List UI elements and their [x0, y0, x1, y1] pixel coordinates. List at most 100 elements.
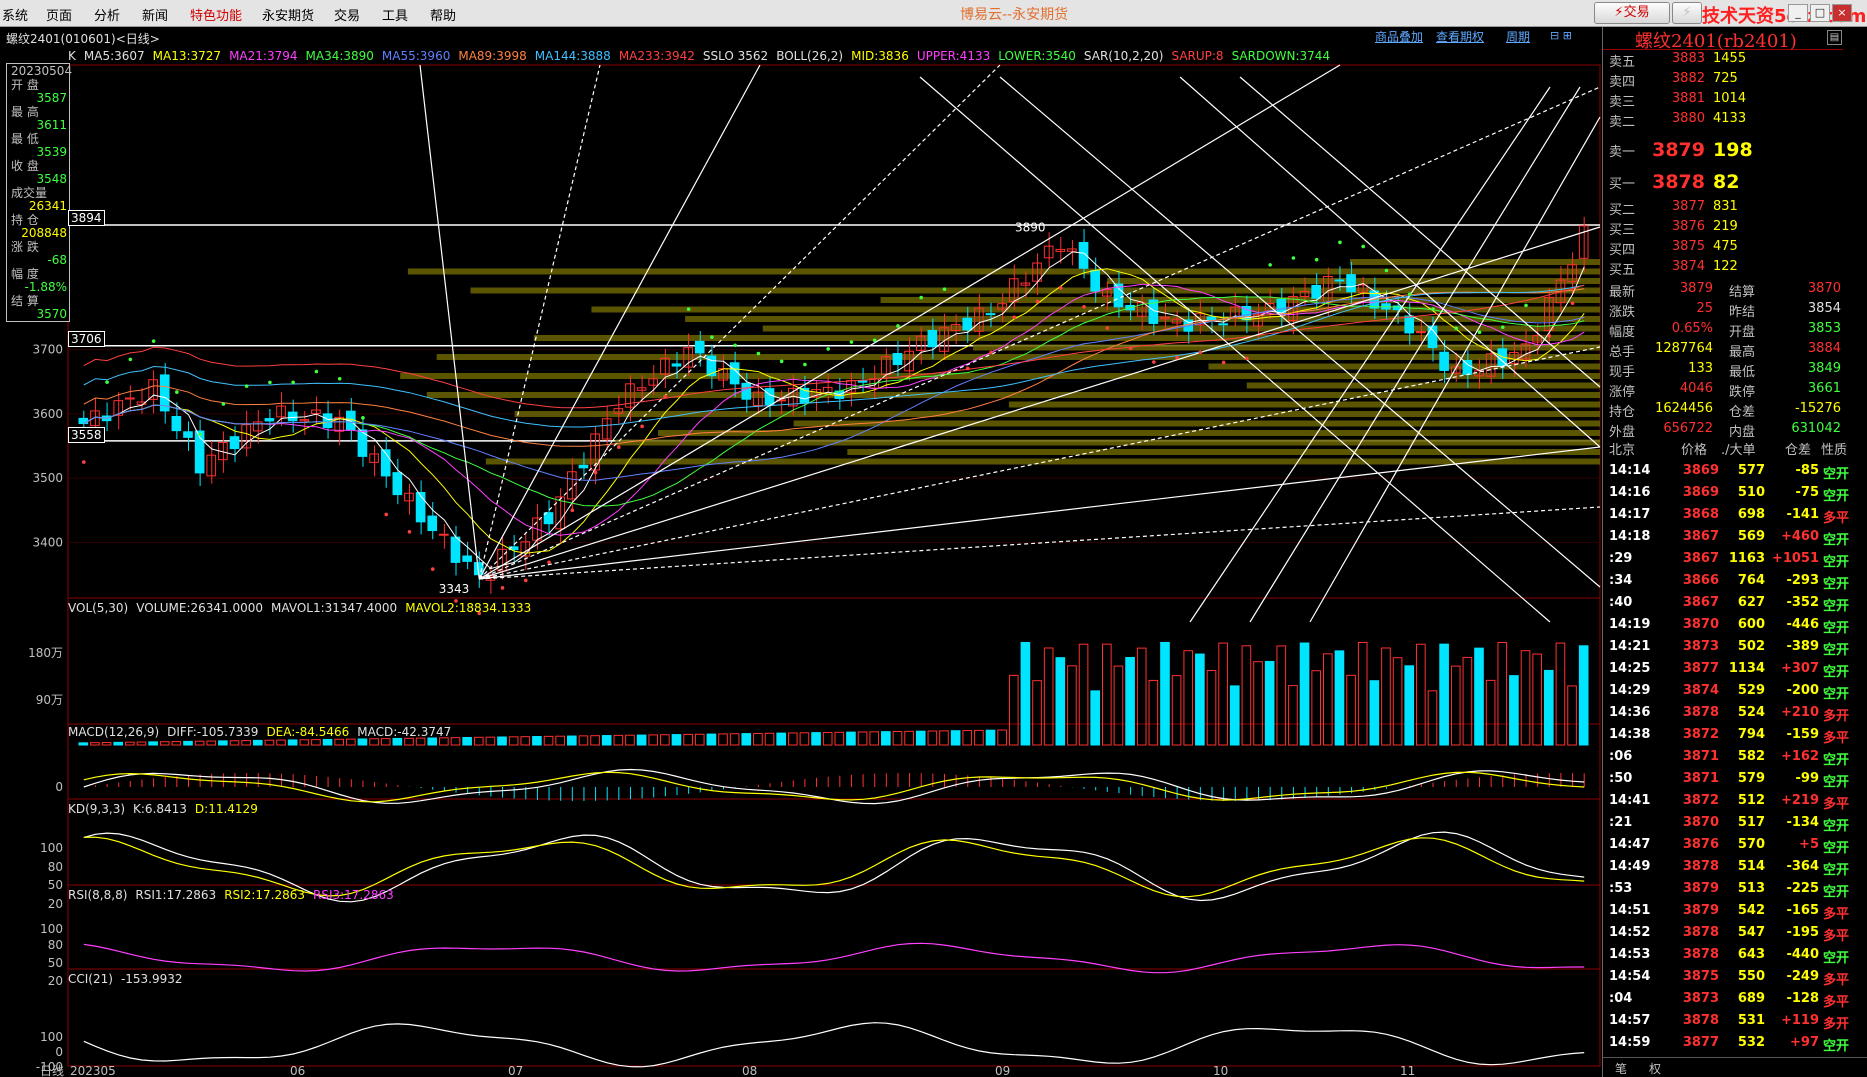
volume-bar	[799, 732, 810, 746]
info-label: 最 高	[11, 105, 39, 119]
candle-body	[439, 533, 449, 536]
stat-value: 3849	[1807, 361, 1841, 376]
option-link[interactable]: 查看期权	[1436, 28, 1484, 45]
candle-body	[264, 418, 275, 422]
tick-oi: -389	[1786, 639, 1819, 654]
sar-dot	[500, 586, 505, 590]
volume-bar	[1090, 690, 1101, 746]
restore-icon[interactable]: □	[1810, 4, 1830, 22]
tick-header-time: 北京	[1609, 443, 1636, 458]
candle-body	[1067, 248, 1077, 252]
tick-time: 14:19	[1609, 617, 1651, 632]
volume-bar	[1567, 685, 1577, 746]
trade-button[interactable]: ⚡交易	[1594, 2, 1670, 24]
info-label: 结 算	[11, 294, 39, 308]
price-axis-label: 3600	[32, 407, 63, 421]
quote-row: 持仓 1624456 仓差 -15276	[1603, 401, 1843, 421]
candle-body	[450, 536, 461, 563]
info-value: 3587	[36, 91, 67, 105]
tab-ticks[interactable]: 笔	[1615, 1060, 1627, 1077]
kd-indicator-line: KD(9,3,3) K:6.8413 D:11.4129	[68, 802, 266, 816]
quote-row: 14:53 3878 643 -440 空开	[1603, 947, 1867, 969]
sar-dot	[1268, 263, 1272, 267]
menu-special[interactable]: 特色功能	[190, 5, 242, 24]
time-axis-label: 202305	[70, 1064, 116, 1077]
quote-row: 14:54 3875 550 -249 多平	[1603, 969, 1867, 991]
stat-value: 3661	[1807, 381, 1841, 396]
volume-bar	[1218, 642, 1228, 746]
gann-fan-line	[479, 506, 1601, 580]
volume-bar	[1067, 665, 1077, 746]
period-link[interactable]: 周期	[1506, 28, 1530, 45]
menu-tools[interactable]: 工具	[382, 5, 408, 24]
menu-system[interactable]: 系统	[2, 5, 28, 24]
tick-volume: 524	[1737, 705, 1765, 720]
tick-volume: 698	[1737, 507, 1765, 522]
price-tag-upper: 3894	[68, 210, 105, 226]
stat-label: 最新	[1609, 285, 1636, 300]
level-volume: 725	[1713, 71, 1738, 86]
volume-bar	[1543, 669, 1554, 746]
stat-label: 最高	[1729, 345, 1756, 360]
menu-page[interactable]: 页面	[46, 5, 72, 24]
tick-oi: +5	[1799, 837, 1819, 852]
menu-news[interactable]: 新闻	[142, 5, 168, 24]
volume-bar	[1334, 650, 1345, 746]
volume-bar	[601, 735, 612, 746]
sar-dot	[337, 377, 342, 381]
tick-volume: 1134	[1728, 661, 1765, 676]
volume-bar	[1497, 641, 1508, 746]
candle-body	[392, 472, 403, 496]
volume-bar	[218, 740, 228, 746]
volume-bar	[1032, 680, 1042, 746]
quote-row: 14:14 3869 577 -85 空开	[1603, 463, 1867, 485]
menu-trade[interactable]: 交易	[334, 5, 360, 24]
ma_indicators-label: SSLO 3562	[702, 49, 769, 63]
menu-analysis[interactable]: 分析	[94, 5, 120, 24]
tick-time: 14:17	[1609, 507, 1651, 522]
tick-volume: 764	[1737, 573, 1765, 588]
level-label: 买一	[1609, 177, 1636, 192]
tick-volume: 542	[1737, 903, 1765, 918]
close-icon[interactable]: ×	[1832, 4, 1852, 22]
candle-body	[171, 416, 182, 432]
panel-toggle-icon[interactable]: ⊟ ⊞	[1550, 29, 1572, 42]
volume-bar	[834, 731, 845, 746]
tick-volume: 689	[1737, 991, 1765, 1006]
kline-chart[interactable]: 370036003500340033433890180万90万010080502…	[0, 27, 1602, 1077]
volume-bar	[1299, 642, 1310, 746]
candle-body	[694, 340, 705, 354]
ma_indicators-label: SAR(10,2,20)	[1083, 49, 1164, 63]
overlay-link[interactable]: 商品叠加	[1375, 28, 1423, 45]
volume-bar	[1195, 653, 1205, 746]
volume-profile-bar	[400, 373, 1600, 379]
sar-dot	[756, 351, 761, 356]
tick-price: 3869	[1682, 485, 1719, 500]
macd-dea-line	[83, 771, 1585, 803]
tick-time: 14:14	[1609, 463, 1651, 478]
tick-nature: 空开	[1823, 489, 1850, 504]
quote-header: 螺纹2401(rb2401) ▤	[1603, 27, 1843, 52]
menu-help[interactable]: 帮助	[430, 5, 456, 24]
volume-bar	[1078, 643, 1089, 746]
candle-body	[462, 555, 472, 562]
tab-rights[interactable]: 权	[1649, 1060, 1661, 1077]
volume-profile-bar	[1008, 401, 1600, 408]
ma_indicators-label: MA55:3960	[381, 49, 451, 63]
info-label: 最 低	[11, 132, 39, 146]
minimize-icon[interactable]: _	[1788, 4, 1808, 22]
volume-bar	[415, 737, 426, 746]
quote-title: 螺纹2401(rb2401)	[1635, 31, 1797, 52]
tick-oi: -85	[1795, 463, 1820, 478]
volume-bar	[159, 741, 170, 746]
sar-dot	[361, 416, 365, 420]
menu-yongan[interactable]: 永安期货	[262, 5, 314, 24]
tick-price: 3878	[1682, 705, 1719, 720]
volume-bar	[1392, 657, 1403, 746]
level-volume: 122	[1713, 259, 1738, 274]
kd-axis-label: 100	[40, 841, 63, 855]
panel-frame	[67, 798, 1601, 886]
extra-button[interactable]: ⚡	[1672, 2, 1702, 24]
quote-menu-icon[interactable]: ▤	[1827, 30, 1842, 45]
tick-volume: 529	[1737, 683, 1765, 698]
